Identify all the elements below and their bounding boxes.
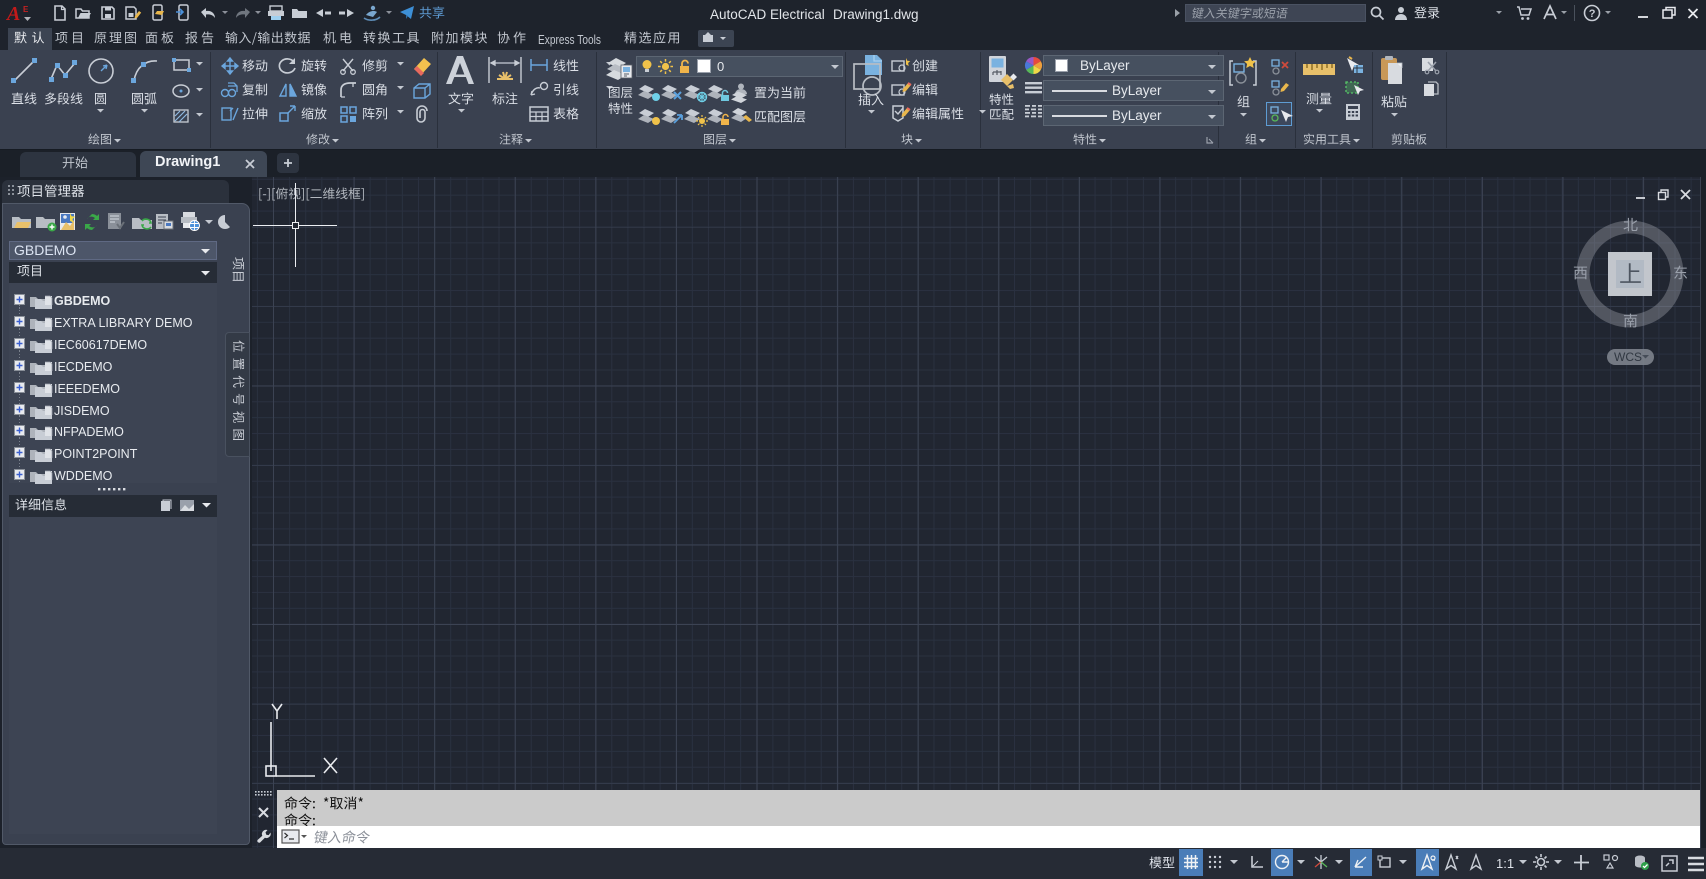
svg-text:A: A <box>5 3 20 25</box>
svg-text:?: ? <box>1589 8 1596 20</box>
svg-text:E: E <box>23 5 29 14</box>
